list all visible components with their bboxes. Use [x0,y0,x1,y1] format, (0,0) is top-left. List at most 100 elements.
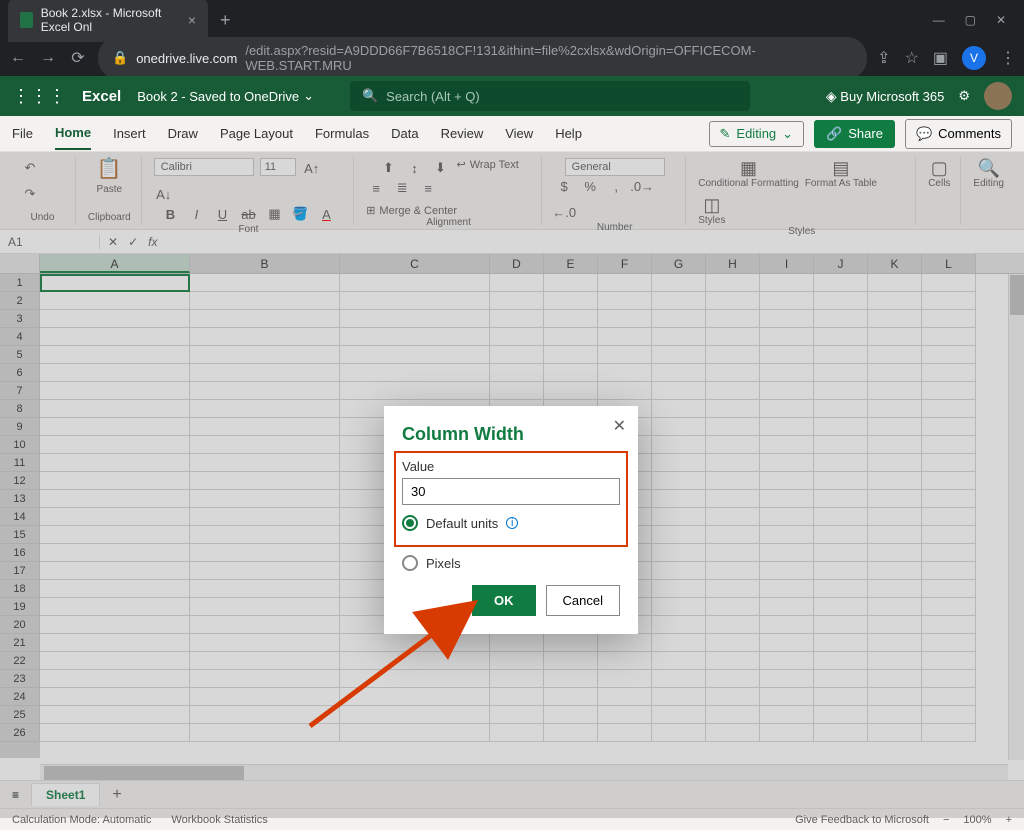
search-input[interactable]: 🔍 Search (Alt + Q) [350,81,750,111]
undo-icon[interactable]: ↶ [20,158,40,178]
align-right-icon[interactable]: ≡ [418,178,438,198]
row-header[interactable]: 23 [0,670,40,688]
confirm-formula-icon[interactable]: ✓ [128,235,138,249]
row-header[interactable]: 11 [0,454,40,472]
font-color-icon[interactable]: A [316,204,336,224]
row-header[interactable]: 15 [0,526,40,544]
border-icon[interactable]: ▦ [264,204,284,224]
font-size-select[interactable] [260,158,296,176]
format-table-icon[interactable]: ▤ [831,158,851,178]
zoom-out-icon[interactable]: − [943,814,949,826]
merge-center-button[interactable]: ⊞ Merge & Center [366,204,457,217]
tab-close-icon[interactable]: × [188,12,196,28]
bookmark-icon[interactable]: ☆ [905,48,919,68]
scroll-thumb-h[interactable] [44,766,244,780]
tab-data[interactable]: Data [391,118,418,149]
browser-tab[interactable]: Book 2.xlsx - Microsoft Excel Onl × [8,0,208,42]
sheet-tab-sheet1[interactable]: Sheet1 [31,783,100,806]
ok-button[interactable]: OK [472,585,536,616]
tab-formulas[interactable]: Formulas [315,118,369,149]
row-header[interactable]: 9 [0,418,40,436]
feedback-link[interactable]: Give Feedback to Microsoft [795,814,929,826]
row-header[interactable]: 12 [0,472,40,490]
document-title[interactable]: Book 2 - Saved to OneDrive ⌄ [137,88,314,104]
row-header[interactable]: 18 [0,580,40,598]
tab-draw[interactable]: Draw [168,118,198,149]
forward-icon[interactable]: → [38,49,58,67]
workbook-stats-link[interactable]: Workbook Statistics [171,814,267,826]
comments-button[interactable]: 💬Comments [905,119,1012,149]
align-mid-icon[interactable]: ↕ [404,158,424,178]
row-header[interactable]: 19 [0,598,40,616]
minimize-icon[interactable]: — [933,13,945,27]
row-header[interactable]: 14 [0,508,40,526]
profile-avatar[interactable]: V [962,46,986,70]
tab-review[interactable]: Review [441,118,484,149]
align-top-icon[interactable]: ⬆ [378,158,398,178]
tab-page-layout[interactable]: Page Layout [220,118,293,149]
number-format-select[interactable] [565,158,665,176]
col-header-l[interactable]: L [922,254,976,273]
share-url-icon[interactable]: ⇪ [877,48,890,68]
row-header[interactable]: 26 [0,724,40,742]
col-header-c[interactable]: C [340,254,490,273]
shrink-font-icon[interactable]: A↓ [154,184,174,204]
tab-home[interactable]: Home [55,117,91,150]
cancel-button[interactable]: Cancel [546,585,620,616]
comma-icon[interactable]: , [606,176,626,196]
new-tab-button[interactable]: + [220,10,231,31]
row-header[interactable]: 21 [0,634,40,652]
align-left-icon[interactable]: ≡ [366,178,386,198]
col-header-a[interactable]: A [40,254,190,273]
editing-mode-button[interactable]: ✎Editing ⌄ [709,121,805,147]
increase-decimal-icon[interactable]: .0→ [632,176,652,196]
user-avatar[interactable] [984,82,1012,110]
radio-default-units[interactable]: Default units i [402,515,620,531]
cells-icon[interactable]: ▢ [929,158,949,178]
currency-icon[interactable]: $ [554,176,574,196]
font-name-select[interactable] [154,158,254,176]
col-header-e[interactable]: E [544,254,598,273]
tab-help[interactable]: Help [555,118,582,149]
decrease-decimal-icon[interactable]: ←.0 [554,202,574,222]
col-header-d[interactable]: D [490,254,544,273]
name-box[interactable]: A1 [0,235,100,249]
info-icon[interactable]: i [506,517,518,529]
col-header-g[interactable]: G [652,254,706,273]
wrap-text-button[interactable]: ↩ Wrap Text [456,158,518,171]
italic-icon[interactable]: I [186,204,206,224]
share-button[interactable]: 🔗Share [814,120,895,148]
row-header[interactable]: 4 [0,328,40,346]
row-header[interactable]: 6 [0,364,40,382]
col-header-k[interactable]: K [868,254,922,273]
select-all-corner[interactable] [0,254,40,273]
redo-icon[interactable]: ↷ [20,184,40,204]
row-header[interactable]: 25 [0,706,40,724]
row-header[interactable]: 20 [0,616,40,634]
back-icon[interactable]: ← [8,49,28,67]
close-window-icon[interactable]: ✕ [996,13,1006,27]
row-header[interactable]: 16 [0,544,40,562]
row-header[interactable]: 7 [0,382,40,400]
row-header[interactable]: 5 [0,346,40,364]
zoom-in-icon[interactable]: + [1006,814,1012,826]
col-header-i[interactable]: I [760,254,814,273]
tab-view[interactable]: View [505,118,533,149]
col-header-j[interactable]: J [814,254,868,273]
horizontal-scrollbar[interactable] [40,764,1008,780]
app-launcher-icon[interactable]: ⋮⋮⋮ [12,86,66,107]
add-sheet-button[interactable]: + [112,786,121,804]
row-header[interactable]: 13 [0,490,40,508]
all-sheets-icon[interactable]: ≡ [12,788,19,802]
scroll-thumb-v[interactable] [1010,275,1024,315]
paste-icon[interactable]: 📋 [99,158,119,178]
dialog-close-icon[interactable]: ✕ [613,416,626,436]
buy-microsoft-link[interactable]: ◈ Buy Microsoft 365 [826,88,944,105]
align-bot-icon[interactable]: ⬇ [430,158,450,178]
row-header[interactable]: 2 [0,292,40,310]
row-header[interactable]: 3 [0,310,40,328]
col-header-b[interactable]: B [190,254,340,273]
browser-menu-icon[interactable]: ⋮ [1000,48,1016,68]
editing-icon[interactable]: 🔍 [979,158,999,178]
gear-icon[interactable]: ⚙ [958,88,970,104]
